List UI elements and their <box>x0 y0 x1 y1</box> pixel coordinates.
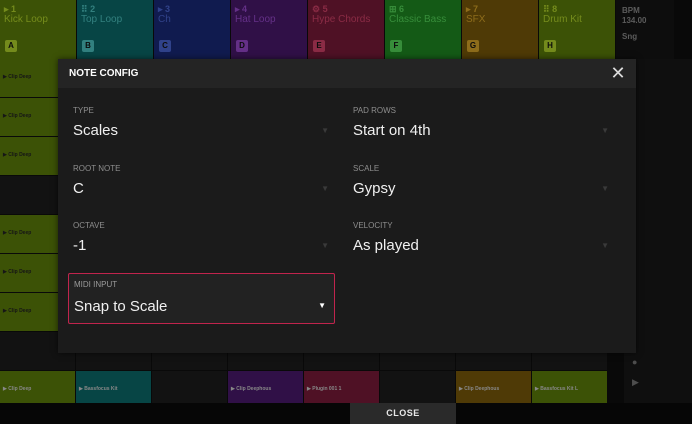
close-button[interactable]: CLOSE <box>350 403 456 424</box>
octave-label: OCTAVE <box>73 221 105 230</box>
chevron-down-icon: ▼ <box>318 301 326 310</box>
type-label: TYPE <box>73 106 94 115</box>
close-icon[interactable]: ✕ <box>608 63 628 83</box>
dialog-header: NOTE CONFIG ✕ <box>58 59 636 88</box>
scale-label: SCALE <box>353 164 380 173</box>
chevron-down-icon: ▼ <box>601 184 609 193</box>
velocity-dropdown[interactable]: VELOCITY As played ▼ <box>348 221 615 271</box>
chevron-down-icon: ▼ <box>321 184 329 193</box>
octave-value: -1 <box>73 237 87 254</box>
chevron-down-icon: ▼ <box>321 126 329 135</box>
dialog-title: NOTE CONFIG <box>69 68 139 79</box>
type-value: Scales <box>73 122 119 139</box>
scale-dropdown[interactable]: SCALE Gypsy ▼ <box>348 164 615 214</box>
chevron-down-icon: ▼ <box>321 241 329 250</box>
type-dropdown[interactable]: TYPE Scales ▼ <box>68 106 335 156</box>
velocity-value: As played <box>353 237 419 254</box>
chevron-down-icon: ▼ <box>601 126 609 135</box>
midi-input-dropdown[interactable]: MIDI INPUT Snap to Scale ▼ <box>68 273 335 324</box>
root-note-value: C <box>73 180 84 197</box>
pad-rows-value: Start on 4th <box>353 122 431 139</box>
root-note-label: ROOT NOTE <box>73 164 121 173</box>
chevron-down-icon: ▼ <box>601 241 609 250</box>
midi-input-value: Snap to Scale <box>74 298 168 315</box>
pad-rows-dropdown[interactable]: PAD ROWS Start on 4th ▼ <box>348 106 615 156</box>
scale-value: Gypsy <box>353 180 396 197</box>
note-config-dialog: NOTE CONFIG ✕ TYPE Scales ▼ PAD ROWS Sta… <box>58 59 636 353</box>
octave-dropdown[interactable]: OCTAVE -1 ▼ <box>68 221 335 271</box>
velocity-label: VELOCITY <box>353 221 393 230</box>
root-note-dropdown[interactable]: ROOT NOTE C ▼ <box>68 164 335 214</box>
pad-rows-label: PAD ROWS <box>353 106 396 115</box>
midi-input-label: MIDI INPUT <box>74 280 118 289</box>
